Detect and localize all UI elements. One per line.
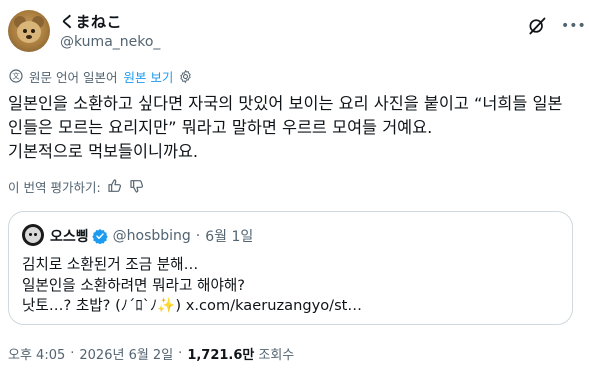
separator-dot: ·: [70, 346, 75, 361]
author-display-name[interactable]: くまねこ: [60, 11, 122, 32]
show-original-link[interactable]: 원본 보기: [123, 67, 173, 86]
tweet-line: 인들은 모르는 요리지만” 뭐라고 말하면 우르르 모여들 거예요.: [8, 118, 433, 137]
separator-dot: ·: [178, 346, 183, 361]
quoted-line: 낫토…? 초밥? (ﾉ´ﾛ`ﾉ✨) x.com/kaeruzangyo/st…: [22, 297, 362, 314]
quoted-line: 김치로 소환된거 조금 분해…: [22, 256, 199, 273]
gear-icon[interactable]: [178, 69, 193, 84]
rate-translation-label: 이 번역 평가하기:: [8, 179, 101, 195]
translation-label: 원문 언어 일본어: [29, 69, 118, 85]
tweet-line: 일본인을 소환하고 싶다면 자국의 맛있어 보이는 요리 사진을 붙이고 “너희…: [8, 94, 563, 113]
tweet-line: 기본적으로 먹보들이니까요.: [8, 142, 199, 161]
thumbs-down-icon[interactable]: [129, 178, 145, 194]
translation-bar: 文 원문 언어 일본어 원본 보기: [8, 67, 193, 85]
more-icon[interactable]: •••: [561, 16, 586, 36]
svg-text:文: 文: [12, 72, 20, 81]
quoted-handle[interactable]: @hosbbing: [113, 228, 191, 244]
tweet-text: 일본인을 소환하고 싶다면 자국의 맛있어 보이는 요리 사진을 붙이고 “너희…: [8, 92, 583, 164]
view-count-label: 조회수: [258, 348, 295, 363]
tweet-date[interactable]: 2026년 6월 2일: [79, 344, 173, 363]
view-count: 1,721.6만: [187, 348, 255, 363]
tweet-meta: 오후 4:05 · 2026년 6월 2일 · 1,721.6만 조회수: [8, 344, 294, 363]
quoted-text: 김치로 소환된거 조금 분해… 일본인을 소환하려면 뭐라고 해야해? 낫토…?…: [22, 255, 362, 317]
grok-icon[interactable]: [527, 16, 547, 36]
tweet-time[interactable]: 오후 4:05: [8, 344, 65, 363]
tweet-header: くまねこ @kuma_neko_ •••: [8, 10, 586, 56]
quoted-date[interactable]: 6월 1일: [205, 226, 253, 246]
avatar[interactable]: [8, 10, 50, 52]
quoted-avatar[interactable]: [22, 224, 44, 246]
quoted-line: 일본인을 소환하려면 뭐라고 해야해?: [22, 276, 246, 294]
verified-icon: [91, 229, 108, 244]
translate-icon: 文: [9, 69, 23, 83]
rate-translation: 이 번역 평가하기:: [8, 176, 145, 196]
quoted-tweet[interactable]: 오스삥 @hosbbing · 6월 1일 김치로 소환된거 조금 분해… 일본…: [8, 211, 573, 325]
quoted-display-name[interactable]: 오스삥: [50, 226, 89, 246]
thumbs-up-icon[interactable]: [107, 178, 123, 194]
separator-dot: ·: [195, 228, 201, 244]
author-handle[interactable]: @kuma_neko_: [60, 34, 160, 50]
quoted-header: 오스삥 @hosbbing · 6월 1일: [50, 226, 253, 246]
